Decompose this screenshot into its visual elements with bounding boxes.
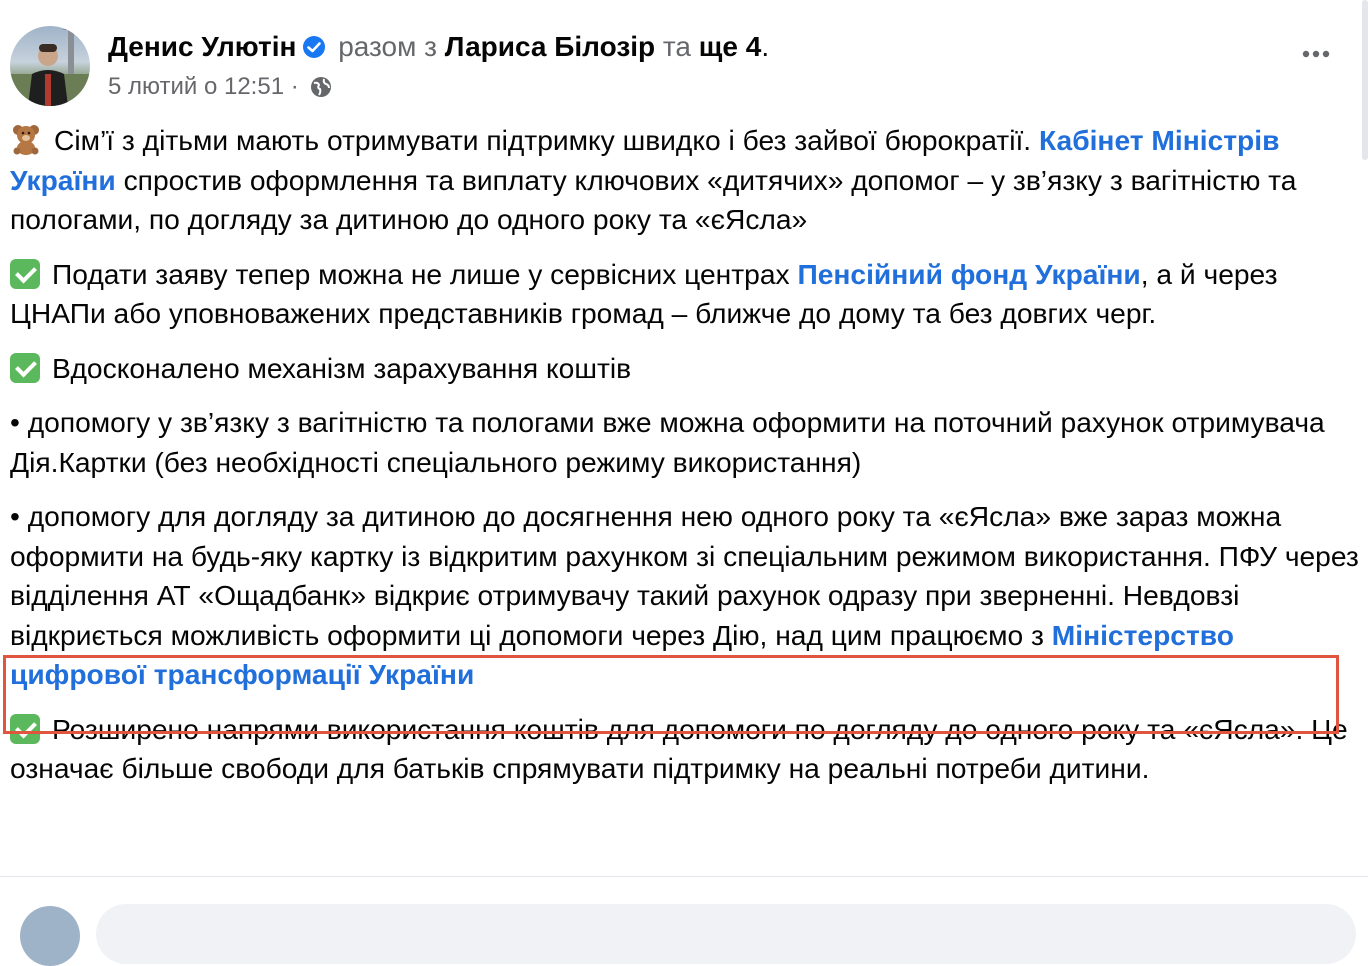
intro-text: Сім’ї з дітьми мають отримувати підтримк… [54, 124, 1039, 156]
divider [0, 876, 1368, 877]
paragraph-mechanism: Вдосконалено механізм зарахування коштів [10, 349, 1364, 389]
check-mark-emoji [10, 258, 40, 289]
with-word: разом з [338, 31, 437, 62]
author-avatar[interactable] [10, 26, 90, 106]
post-header: Денис Улютін разом з Лариса Білозір та щ… [10, 26, 1350, 106]
paragraph-apply: Подати заяву тепер можна не лише у серві… [10, 255, 1364, 334]
pension-fund-link[interactable]: Пенсійний фонд України [797, 258, 1140, 290]
highlight-annotation [3, 655, 1339, 734]
author-name[interactable]: Денис Улютін [108, 31, 296, 62]
paragraph-intro: Сім’ї з дітьми мають отримувати підтримк… [10, 121, 1364, 240]
intro-rest: спростив оформлення та виплату ключових … [10, 163, 1297, 236]
comment-input[interactable] [96, 904, 1356, 964]
apply-text: Подати заяву тепер можна не лише у серві… [52, 257, 798, 290]
others-link[interactable]: ще 4 [699, 31, 762, 62]
commenter-avatar [20, 906, 80, 966]
post-meta: 5 лютий о 12:51 · [108, 72, 333, 102]
period: . [761, 31, 770, 62]
paragraph-bullet-1: • допомогу у зв’язку з вагітністю та пол… [10, 403, 1364, 482]
globe-icon[interactable] [309, 75, 333, 99]
teddy-bear-emoji [10, 123, 42, 155]
more-options-icon[interactable] [1294, 18, 1338, 62]
check-mark-emoji [10, 352, 40, 383]
facebook-post: Денис Улютін разом з Лариса Білозір та щ… [0, 0, 1368, 966]
verified-badge-icon [302, 33, 326, 58]
post-timestamp[interactable]: 5 лютий о 12:51 [108, 73, 284, 100]
bullet-1-text: • допомогу у зв’язку з вагітністю та пол… [10, 406, 1325, 478]
mechanism-text: Вдосконалено механізм зарахування коштів [52, 351, 632, 384]
and-word: та [662, 31, 691, 62]
author-line: Денис Улютін разом з Лариса Білозір та щ… [108, 30, 769, 64]
tagged-person[interactable]: Лариса Білозір [445, 31, 655, 62]
meta-separator: · [290, 73, 299, 100]
